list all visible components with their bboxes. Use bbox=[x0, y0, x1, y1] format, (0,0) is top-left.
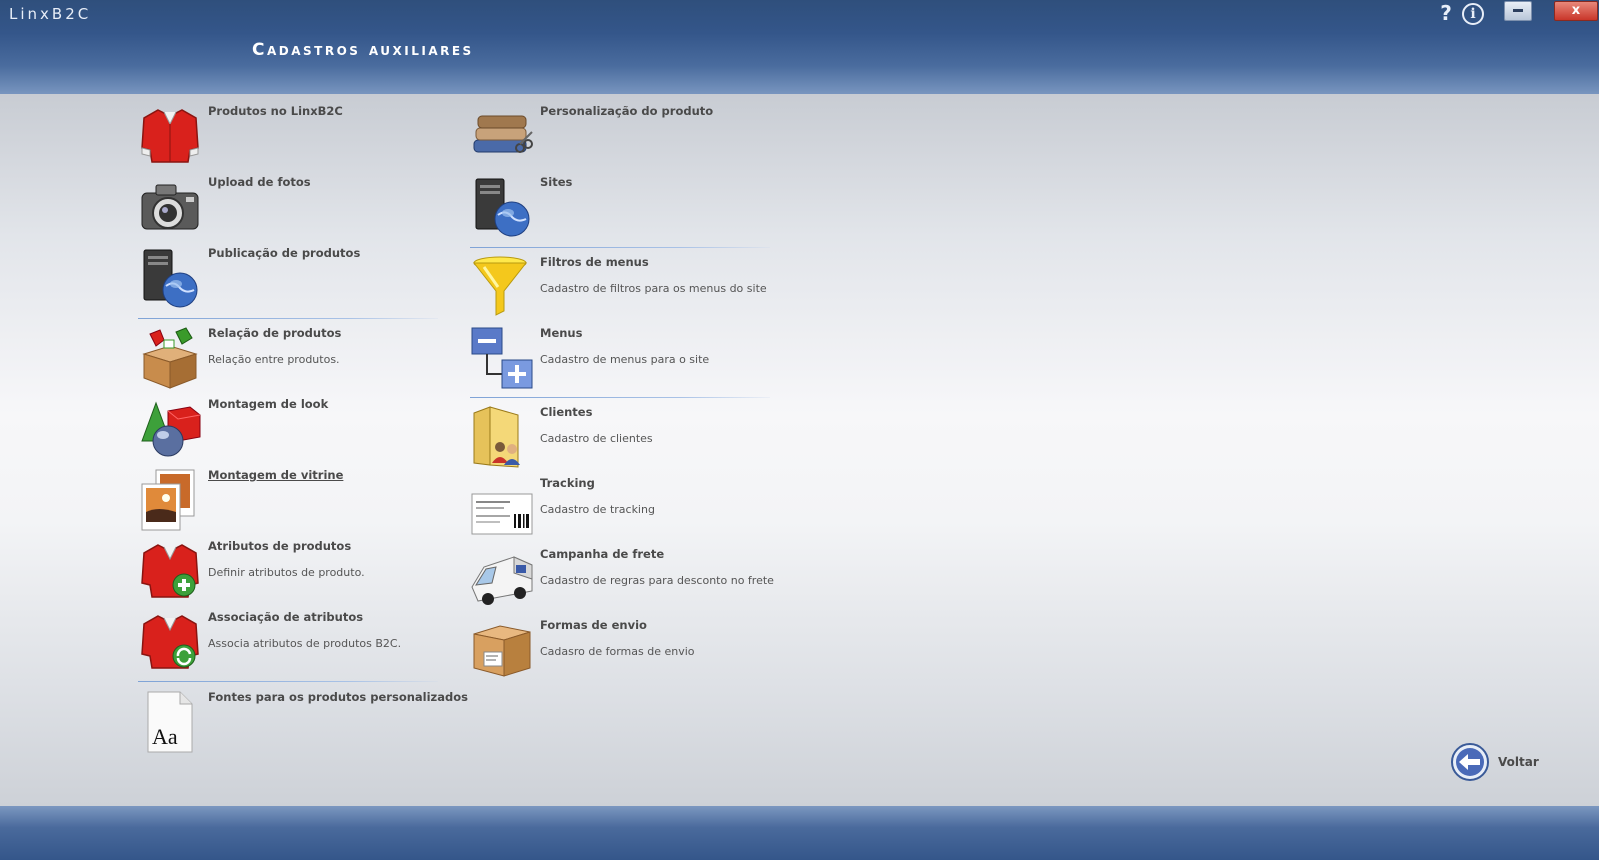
menu-item-title: Fontes para os produtos personalizados bbox=[208, 690, 468, 704]
menu-item-title: Personalização do produto bbox=[540, 104, 714, 118]
main-content: Produtos no LinxB2C Upload de fotos Publ… bbox=[0, 94, 1599, 806]
close-button[interactable]: x bbox=[1554, 1, 1598, 21]
menu-item-description: Cadastro de filtros para os menus do sit… bbox=[540, 282, 767, 295]
svg-text:Aa: Aa bbox=[152, 724, 178, 749]
back-label: Voltar bbox=[1498, 755, 1539, 769]
title-bar: LinxB2C Cadastros auxiliares ? i x bbox=[0, 0, 1599, 94]
info-icon[interactable]: i bbox=[1462, 3, 1484, 25]
section-divider bbox=[138, 681, 438, 682]
menu-item-title: Filtros de menus bbox=[540, 255, 649, 269]
funnel-icon bbox=[472, 256, 528, 316]
back-button[interactable]: Voltar bbox=[1450, 742, 1550, 784]
status-bar bbox=[0, 806, 1599, 860]
menu-tree-icon bbox=[471, 327, 533, 389]
menu-item-description: Cadastro de regras para desconto no fret… bbox=[540, 574, 774, 587]
section-divider bbox=[138, 318, 438, 319]
font-file-icon: Aa bbox=[147, 691, 193, 753]
menu-item-description: Relação entre produtos. bbox=[208, 353, 340, 366]
menu-item-description: Cadastro de clientes bbox=[540, 432, 653, 445]
server-globe-icon bbox=[475, 178, 530, 237]
menu-item-title: Produtos no LinxB2C bbox=[208, 104, 343, 118]
help-icon[interactable]: ? bbox=[1438, 2, 1454, 24]
page-title: Cadastros auxiliares bbox=[252, 40, 474, 60]
menu-item-title: Associação de atributos bbox=[208, 610, 364, 624]
menu-item-description: Cadasro de formas de envio bbox=[540, 645, 695, 658]
back-arrow-icon bbox=[1451, 743, 1489, 781]
menu-item-title: Publicação de produtos bbox=[208, 246, 361, 260]
fabric-scissors-icon bbox=[473, 115, 533, 153]
menu-item-title: Campanha de frete bbox=[540, 547, 665, 561]
red-shirt-icon bbox=[141, 109, 199, 163]
menu-item-description: Definir atributos de produto. bbox=[208, 566, 365, 579]
photos-icon bbox=[141, 469, 195, 531]
shirt-add-icon bbox=[141, 544, 199, 598]
menu-item-description: Cadastro de tracking bbox=[540, 503, 655, 516]
camera-icon bbox=[141, 184, 199, 230]
menu-item-title: Montagem de vitrine bbox=[208, 468, 344, 482]
menu-item-description: Associa atributos de produtos B2C. bbox=[208, 637, 402, 650]
shirt-refresh-icon bbox=[141, 615, 199, 669]
menu-item-title: Menus bbox=[540, 326, 583, 340]
tracking-label-icon bbox=[471, 493, 533, 535]
section-divider bbox=[470, 247, 770, 248]
delivery-truck-icon bbox=[471, 556, 533, 605]
box-relation-icon bbox=[142, 327, 198, 389]
shapes-icon bbox=[141, 401, 201, 457]
section-divider bbox=[470, 397, 770, 398]
menu-item-title: Tracking bbox=[540, 476, 595, 490]
menu-item-title: Clientes bbox=[540, 405, 593, 419]
package-icon bbox=[473, 625, 531, 677]
menu-item-description: Cadastro de menus para o site bbox=[540, 353, 710, 366]
menu-item-title: Formas de envio bbox=[540, 618, 647, 632]
app-name: LinxB2C bbox=[9, 5, 92, 23]
server-globe-icon bbox=[143, 249, 198, 308]
minimize-button[interactable] bbox=[1504, 1, 1532, 21]
folder-users-icon bbox=[473, 406, 520, 468]
menu-item-title: Upload de fotos bbox=[208, 175, 311, 189]
menu-item-title: Sites bbox=[540, 175, 573, 189]
menu-item-title: Montagem de look bbox=[208, 397, 329, 411]
menu-item-title: Atributos de produtos bbox=[208, 539, 352, 553]
menu-item-title: Relação de produtos bbox=[208, 326, 342, 340]
